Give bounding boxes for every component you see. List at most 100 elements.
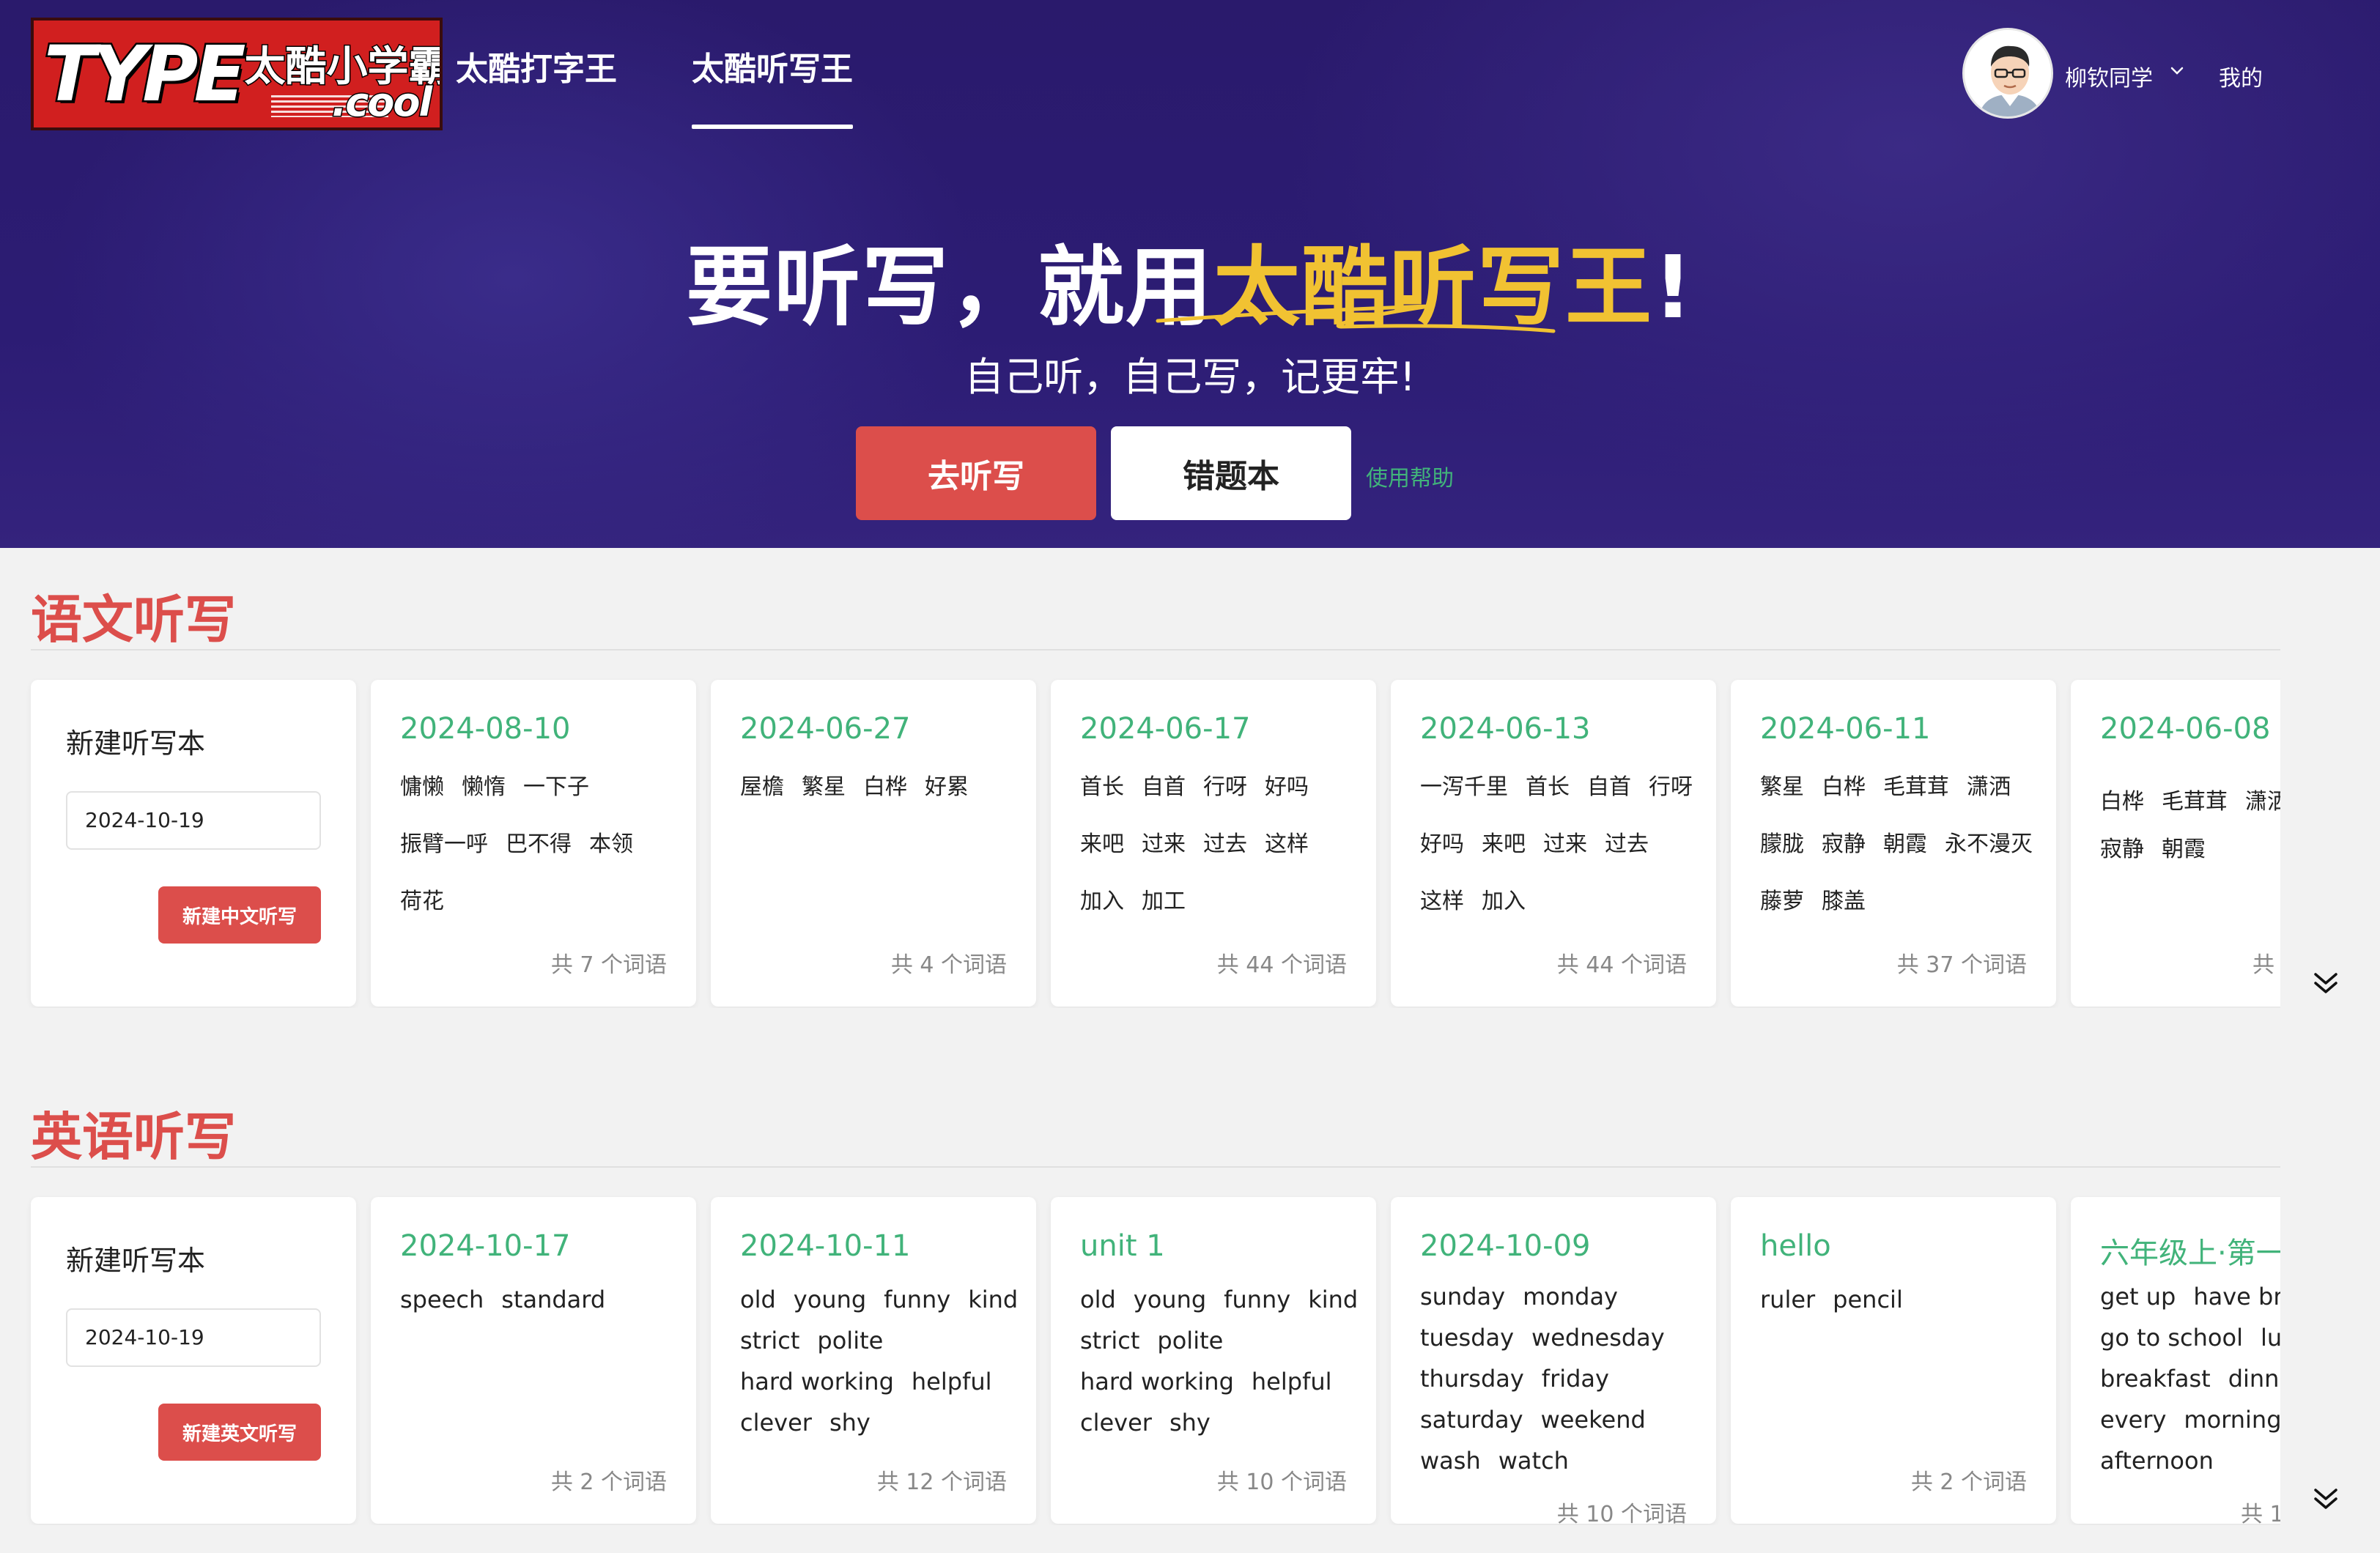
- notebook-date-input[interactable]: 2024-10-19: [66, 791, 321, 850]
- dictation-card[interactable]: 2024-10-09 sunday monday tuesday wednesday t…: [1391, 1197, 1716, 1524]
- word: watch: [1498, 1447, 1569, 1475]
- word-list: 一泻千里 首长 自首 行呀好吗 来吧 过来 过去这样 加入: [1420, 759, 1713, 930]
- word: thursday: [1420, 1365, 1524, 1393]
- hero-subtitle: 自己听，自己写，记更牢!: [964, 354, 1416, 400]
- card-title: 2024-06-13: [1420, 712, 1591, 746]
- help-link[interactable]: 使用帮助: [1366, 460, 1454, 492]
- word: wednesday: [1531, 1324, 1665, 1352]
- dictation-card[interactable]: 六年级上·第一单 get up have brea go to school lun b…: [2071, 1197, 2280, 1524]
- dictation-card[interactable]: 2024-06-11 繁星 白桦 毛茸茸 潇洒朦胧 寂静 朝霞 永不漫灭藤萝 膝盖 共 37 …: [1731, 680, 2056, 1007]
- site-logo[interactable]: TYPE 太酷小学霸 .cool: [31, 18, 443, 130]
- word-list: 屋檐 繁星 白桦 好累: [740, 759, 1033, 816]
- avatar-illustration: [1965, 30, 2051, 116]
- chevron-down-icon[interactable]: [2166, 60, 2188, 82]
- word: old: [1080, 1286, 1116, 1313]
- word: old: [740, 1286, 776, 1313]
- word: monday: [1523, 1283, 1618, 1311]
- section-divider: [31, 649, 2280, 651]
- dictation-card[interactable]: 2024-06-08 白桦 毛茸茸 潇洒寂静 朝霞 共: [2071, 680, 2280, 1007]
- word: polite: [817, 1327, 884, 1354]
- go-dictation-button[interactable]: 去听写: [856, 426, 1096, 520]
- nav-typing-king[interactable]: 太酷打字王: [456, 42, 617, 89]
- word: 加入: [1482, 889, 1526, 914]
- word-count: 共 10 个词语: [1216, 1469, 1347, 1495]
- word: 巴不得: [506, 831, 572, 857]
- word-count: 共 1: [2241, 1502, 2280, 1524]
- word: 繁星: [802, 774, 846, 800]
- word: kind: [968, 1286, 1019, 1313]
- english-section-title: 英语听写: [31, 1107, 236, 1167]
- card-title: 2024-10-17: [400, 1229, 571, 1263]
- chinese-section-title: 语文听写: [31, 590, 236, 650]
- word: young: [1133, 1286, 1207, 1313]
- word: 毛茸茸: [2162, 789, 2228, 815]
- word: clever: [1080, 1409, 1152, 1437]
- dictation-card[interactable]: unit 1 old young funny kind strict polite hard…: [1051, 1197, 1376, 1524]
- dictation-card[interactable]: 2024-10-17 speech standard 共 2 个词语: [371, 1197, 696, 1524]
- word: every: [2100, 1406, 2167, 1434]
- word: funny: [884, 1286, 951, 1313]
- word: 好累: [925, 774, 969, 800]
- word: 行呀: [1649, 774, 1693, 800]
- word: kind: [1308, 1286, 1359, 1313]
- word: friday: [1541, 1365, 1609, 1393]
- word: 潇洒: [1967, 774, 2011, 800]
- hero-header: TYPE 太酷小学霸 .cool 太酷打字王 太酷听写王 柳钦同学 我的 要听写…: [0, 0, 2380, 548]
- dictation-card[interactable]: 2024-10-11 old young funny kind strict polite…: [711, 1197, 1036, 1524]
- new-chinese-notebook-card: 新建听写本 2024-10-19 新建中文听写: [31, 680, 356, 1007]
- word: 来吧: [1080, 831, 1124, 857]
- double-chevron-down-icon[interactable]: [2311, 968, 2340, 998]
- word-list: get up have brea go to school lun breakfast d…: [2100, 1276, 2280, 1481]
- logo-cool-text: .cool: [330, 78, 433, 127]
- word: 白桦: [1822, 774, 1866, 800]
- new-chinese-dictation-button[interactable]: 新建中文听写: [158, 886, 321, 944]
- word: 繁星: [1760, 774, 1804, 800]
- card-title: 2024-06-17: [1080, 712, 1251, 746]
- card-title: 2024-06-11: [1760, 712, 1931, 746]
- word-count: 共 44 个词语: [1556, 952, 1687, 978]
- my-account-link[interactable]: 我的: [2219, 60, 2263, 92]
- title-underline-swoosh: [1156, 304, 1556, 333]
- dictation-card[interactable]: hello ruler pencil 共 2 个词语: [1731, 1197, 2056, 1524]
- word-list: 白桦 毛茸茸 潇洒寂静 朝霞: [2100, 759, 2280, 861]
- word: 本领: [589, 831, 633, 857]
- word: 藤萝: [1760, 889, 1804, 914]
- wrong-answers-button[interactable]: 错题本: [1111, 426, 1351, 520]
- word: 过去: [1203, 831, 1247, 857]
- hero-title-prefix: 要听写，就用: [686, 237, 1214, 338]
- word: helpful: [911, 1368, 992, 1396]
- user-avatar[interactable]: [1962, 28, 2053, 119]
- word: 这样: [1420, 889, 1464, 914]
- dictation-card[interactable]: 2024-06-17 首长 自首 行呀 好吗来吧 过来 过去 这样加入 加工 共 44 个词语: [1051, 680, 1376, 1007]
- logo-right: 太酷小学霸 .cool: [242, 21, 440, 127]
- word: 白桦: [863, 774, 907, 800]
- notebook-date-input[interactable]: 2024-10-19: [66, 1308, 321, 1367]
- word: afternoon: [2100, 1447, 2214, 1475]
- word: 白桦: [2100, 789, 2144, 815]
- word: 自首: [1142, 774, 1186, 800]
- dictation-card[interactable]: 2024-06-27 屋檐 繁星 白桦 好累 共 4 个词语: [711, 680, 1036, 1007]
- word: get up: [2100, 1283, 2176, 1311]
- word: 懒惰: [462, 774, 506, 800]
- card-title: 2024-06-08: [2100, 712, 2271, 746]
- word-list: ruler pencil: [1760, 1279, 2056, 1320]
- word: 过去: [1605, 831, 1649, 857]
- dictation-card[interactable]: 2024-06-13 一泻千里 首长 自首 行呀好吗 来吧 过来 过去这样 加入 共 44 个…: [1391, 680, 1716, 1007]
- word: 首长: [1526, 774, 1570, 800]
- word-count: 共 4 个词语: [890, 952, 1007, 978]
- word: 寂静: [1822, 831, 1866, 857]
- dictation-card[interactable]: 2024-08-10 慵懒 懒惰 一下子振臂一呼 巴不得 本领荷花 共 7 个词语: [371, 680, 696, 1007]
- double-chevron-down-icon[interactable]: [2311, 1484, 2340, 1513]
- new-english-dictation-button[interactable]: 新建英文听写: [158, 1404, 321, 1461]
- word: breakfast: [2100, 1365, 2211, 1393]
- word: 好吗: [1265, 774, 1309, 800]
- word: 来吧: [1482, 831, 1526, 857]
- word: 振臂一呼: [400, 831, 488, 857]
- word: 膝盖: [1822, 889, 1866, 914]
- card-title: 六年级上·第一单: [2100, 1237, 2280, 1270]
- word: morning: [2184, 1406, 2280, 1434]
- nav-dictation-king[interactable]: 太酷听写王: [692, 42, 853, 129]
- user-name[interactable]: 柳钦同学: [2065, 60, 2153, 92]
- card-title: 2024-10-11: [740, 1229, 911, 1263]
- word: 自首: [1587, 774, 1631, 800]
